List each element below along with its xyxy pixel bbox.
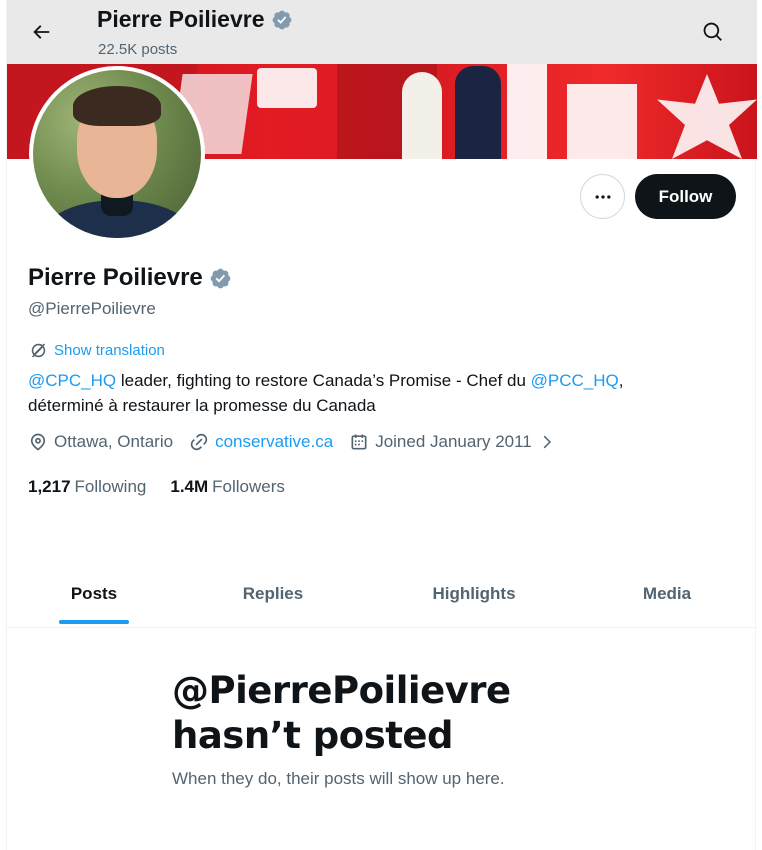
banner-shape xyxy=(257,68,317,108)
show-translation-label: Show translation xyxy=(54,342,165,359)
chevron-right-icon xyxy=(538,433,556,451)
avatar-photo xyxy=(33,70,201,238)
website-item[interactable]: conservative.ca xyxy=(189,432,333,452)
following-stat[interactable]: 1,217 Following xyxy=(28,477,146,497)
more-options-button[interactable] xyxy=(580,174,625,219)
bio-text: déterminé à restaurer la promesse du Can… xyxy=(28,396,376,415)
arrow-left-icon xyxy=(30,21,52,43)
banner-person xyxy=(455,66,501,159)
tab-highlights[interactable]: Highlights xyxy=(379,560,569,628)
tab-posts[interactable]: Posts xyxy=(7,560,181,628)
website-link[interactable]: conservative.ca xyxy=(215,432,333,452)
search-icon xyxy=(702,21,724,43)
banner-person xyxy=(402,72,442,159)
profile-avatar[interactable] xyxy=(29,66,205,242)
tab-replies[interactable]: Replies xyxy=(181,560,365,628)
bio-mention-cpc[interactable]: @CPC_HQ xyxy=(28,371,116,390)
bio-mention-pcc[interactable]: @PCC_HQ xyxy=(531,371,619,390)
empty-title-line2: hasn’t posted xyxy=(172,714,454,757)
followers-label: Followers xyxy=(212,477,285,496)
profile-bio: @CPC_HQ leader, fighting to restore Cana… xyxy=(28,368,728,418)
followers-stat[interactable]: 1.4M Followers xyxy=(170,477,285,497)
post-count: 22.5K posts xyxy=(98,41,178,58)
show-translation-link[interactable]: Show translation xyxy=(29,341,165,360)
profile-tabs: Posts Replies Highlights Media xyxy=(7,560,757,628)
search-button[interactable] xyxy=(695,14,731,50)
following-count: 1,217 xyxy=(28,477,71,496)
profile-header-bar: Pierre Poilievre 22.5K posts xyxy=(7,0,757,64)
bio-text: , xyxy=(618,371,624,390)
avatar-hair xyxy=(73,86,161,126)
more-dots-icon xyxy=(593,187,613,207)
profile-column: Pierre Poilievre 22.5K posts Follow Pier… xyxy=(6,0,757,850)
maple-leaf-shape xyxy=(657,74,757,159)
empty-title-line1: @PierrePoilievre xyxy=(172,669,511,712)
location-text: Ottawa, Ontario xyxy=(54,432,174,451)
verified-badge-icon[interactable] xyxy=(209,267,232,290)
header-title: Pierre Poilievre xyxy=(97,6,293,33)
verified-badge-icon xyxy=(271,9,293,31)
banner-shape xyxy=(507,64,547,159)
following-label: Following xyxy=(74,477,147,496)
followers-count: 1.4M xyxy=(170,477,209,496)
link-icon xyxy=(189,432,209,452)
bio-text: leader, fighting to restore Canada’s Pro… xyxy=(116,371,531,390)
calendar-icon xyxy=(349,432,369,452)
empty-state-title: @PierrePoilievre hasn’t posted xyxy=(172,668,652,758)
empty-state-subtitle: When they do, their posts will show up h… xyxy=(172,769,505,788)
translate-icon xyxy=(29,341,48,360)
joined-text: Joined January 2011 xyxy=(375,432,532,451)
profile-meta: Ottawa, Ontario conservative.ca Joined J… xyxy=(28,432,572,452)
banner-shape xyxy=(567,84,637,159)
location-item: Ottawa, Ontario xyxy=(28,432,173,452)
location-pin-icon xyxy=(28,432,48,452)
follow-button[interactable]: Follow xyxy=(635,174,736,219)
tab-media[interactable]: Media xyxy=(587,560,747,628)
profile-stats: 1,217 Following 1.4M Followers xyxy=(28,477,309,497)
header-name: Pierre Poilievre xyxy=(97,6,265,32)
active-tab-indicator xyxy=(59,620,129,624)
profile-handle: @PierrePoilievre xyxy=(28,299,156,318)
joined-item[interactable]: Joined January 2011 xyxy=(349,432,556,452)
back-button[interactable] xyxy=(23,14,59,50)
profile-name: Pierre Poilievre xyxy=(28,264,232,292)
display-name: Pierre Poilievre xyxy=(28,264,203,291)
